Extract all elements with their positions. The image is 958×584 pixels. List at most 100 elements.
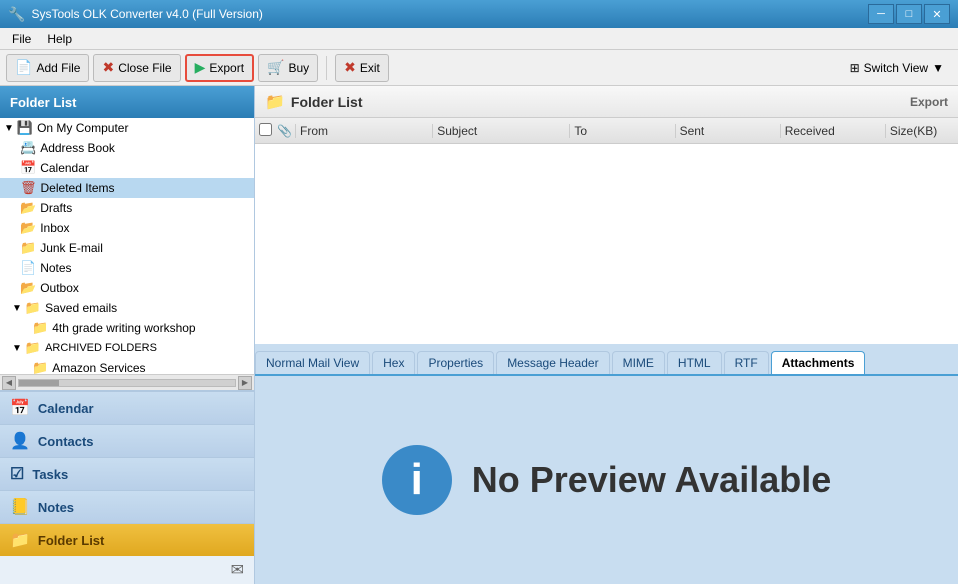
close-button[interactable]: ✕	[924, 4, 950, 24]
hscroll-right[interactable]: ▶	[238, 376, 252, 390]
drafts-icon: 📂	[20, 200, 36, 216]
tree-item-amazon-services[interactable]: 📁 Amazon Services	[0, 358, 254, 374]
folder-list-export[interactable]: Export	[910, 95, 948, 109]
folder-icon: 💾	[17, 120, 33, 136]
switch-view-label: Switch View	[864, 61, 928, 75]
hscroll-left-arrow[interactable]: ◀	[2, 376, 16, 390]
expand-icon-archived: ▼	[12, 343, 22, 354]
nav-icon-contacts: 👤	[10, 431, 30, 451]
close-file-label: Close File	[118, 61, 171, 75]
tree-label-inbox: Inbox	[40, 221, 69, 235]
col-subject-header[interactable]: Subject	[432, 124, 569, 138]
close-file-button[interactable]: ✖ Close File	[93, 54, 180, 82]
hscroll-left[interactable]: ◀	[2, 376, 16, 390]
tab-attachments[interactable]: Attachments	[771, 351, 866, 374]
tree-item-drafts[interactable]: 📂 Drafts	[0, 198, 254, 218]
tree-item-inbox[interactable]: 📂 Inbox	[0, 218, 254, 238]
saved-emails-icon: 📁	[25, 300, 41, 316]
nav-icon-calendar: 📅	[10, 398, 30, 418]
nav-icon-folder-list: 📁	[10, 530, 30, 550]
info-icon: i	[411, 455, 423, 505]
nav-item-folder-list[interactable]: 📁 Folder List	[0, 523, 254, 556]
tree-label-outbox: Outbox	[40, 281, 79, 295]
tab-message-header[interactable]: Message Header	[496, 351, 609, 374]
address-book-icon: 📇	[20, 140, 36, 156]
switch-view-arrow: ▼	[932, 61, 944, 75]
nav-item-contacts[interactable]: 👤 Contacts	[0, 424, 254, 457]
expand-icon: ▼	[4, 123, 14, 134]
switch-view-button[interactable]: ⊞ Switch View ▼	[842, 57, 952, 79]
sidebar-hscroll: ◀ ▶	[0, 374, 254, 390]
app-icon: 🔧	[8, 6, 25, 23]
exit-label: Exit	[360, 61, 380, 75]
right-panel: 📁 Folder List Export 📎 From Subject To S…	[255, 86, 958, 584]
nav-label-notes: Notes	[38, 500, 74, 515]
tree-label-notes: Notes	[40, 261, 71, 275]
tree-item-saved-emails[interactable]: ▼ 📁 Saved emails	[0, 298, 254, 318]
tree-item-archived-folders[interactable]: ▼ 📁 ARCHIVED FOLDERS	[0, 338, 254, 358]
nav-item-calendar[interactable]: 📅 Calendar	[0, 391, 254, 424]
tree-label-archived-folders: ARCHIVED FOLDERS	[45, 342, 157, 354]
tree-label-on-my-computer: On My Computer	[37, 121, 128, 135]
tree-item-outbox[interactable]: 📂 Outbox	[0, 278, 254, 298]
nav-icon-notes: 📒	[10, 497, 30, 517]
toolbar-separator	[326, 56, 327, 80]
toolbar: 📄 Add File ✖ Close File ▶ Export 🛒 Buy ✖…	[0, 50, 958, 86]
tree-label-grade-writing: 4th grade writing workshop	[52, 321, 195, 335]
col-received-header[interactable]: Received	[780, 124, 885, 138]
preview-area: i No Preview Available	[255, 376, 958, 584]
tree-item-calendar[interactable]: 📅 Calendar	[0, 158, 254, 178]
tab-normal-mail[interactable]: Normal Mail View	[255, 351, 370, 374]
close-file-icon: ✖	[102, 59, 114, 76]
tab-hex[interactable]: Hex	[372, 351, 415, 374]
col-to-header[interactable]: To	[569, 124, 674, 138]
tab-mime[interactable]: MIME	[612, 351, 665, 374]
no-preview-icon: i	[382, 445, 452, 515]
no-preview-text: No Preview Available	[472, 459, 832, 501]
nav-item-tasks[interactable]: ☑ Tasks	[0, 457, 254, 490]
folder-tree[interactable]: ▼ 💾 On My Computer 📇 Address Book 📅 Cale…	[0, 118, 254, 374]
archived-folders-icon: 📁	[25, 340, 41, 356]
nav-label-tasks: Tasks	[32, 467, 68, 482]
sidebar-header: Folder List	[0, 86, 254, 118]
exit-button[interactable]: ✖ Exit	[335, 54, 389, 82]
tree-item-on-my-computer[interactable]: ▼ 💾 On My Computer	[0, 118, 254, 138]
tree-item-address-book[interactable]: 📇 Address Book	[0, 138, 254, 158]
hscroll-thumb[interactable]	[19, 380, 59, 386]
col-from-header[interactable]: From	[295, 124, 432, 138]
hscroll-track	[18, 379, 236, 387]
tree-item-grade-writing[interactable]: 📁 4th grade writing workshop	[0, 318, 254, 338]
nav-label-calendar: Calendar	[38, 401, 94, 416]
add-file-icon: 📄	[15, 59, 32, 76]
email-list-area[interactable]	[255, 144, 958, 344]
tree-item-junk-email[interactable]: 📁 Junk E-mail	[0, 238, 254, 258]
main-layout: Folder List ▼ 💾 On My Computer 📇 Address…	[0, 86, 958, 584]
tree-label-address-book: Address Book	[40, 141, 115, 155]
select-all-checkbox[interactable]	[259, 123, 272, 136]
nav-bottom-icon: ✉	[231, 560, 244, 580]
menu-help[interactable]: Help	[39, 30, 80, 48]
col-attach: 📎	[275, 124, 295, 138]
add-file-button[interactable]: 📄 Add File	[6, 54, 89, 82]
email-table-header: 📎 From Subject To Sent Received Size(KB)	[255, 118, 958, 144]
tree-item-notes[interactable]: 📄 Notes	[0, 258, 254, 278]
export-icon: ▶	[195, 59, 206, 76]
col-size-header[interactable]: Size(KB)	[885, 124, 958, 138]
hscroll-right-arrow[interactable]: ▶	[238, 376, 252, 390]
tree-label-saved-emails: Saved emails	[45, 301, 117, 315]
col-check[interactable]	[255, 123, 275, 139]
folder-list-header: 📁 Folder List Export	[255, 86, 958, 118]
bottom-nav: 📅 Calendar 👤 Contacts ☑ Tasks 📒 Notes 📁 …	[0, 390, 254, 584]
menu-file[interactable]: File	[4, 30, 39, 48]
tab-rtf[interactable]: RTF	[724, 351, 769, 374]
buy-button[interactable]: 🛒 Buy	[258, 54, 318, 82]
tab-properties[interactable]: Properties	[417, 351, 494, 374]
col-sent-header[interactable]: Sent	[675, 124, 780, 138]
maximize-button[interactable]: □	[896, 4, 922, 24]
export-button[interactable]: ▶ Export	[185, 54, 254, 82]
minimize-button[interactable]: ─	[868, 4, 894, 24]
nav-item-notes[interactable]: 📒 Notes	[0, 490, 254, 523]
tab-html[interactable]: HTML	[667, 351, 722, 374]
nav-bottom-area: ✉	[0, 556, 254, 584]
tree-item-deleted-items[interactable]: 🗑 Deleted Items	[0, 178, 254, 198]
